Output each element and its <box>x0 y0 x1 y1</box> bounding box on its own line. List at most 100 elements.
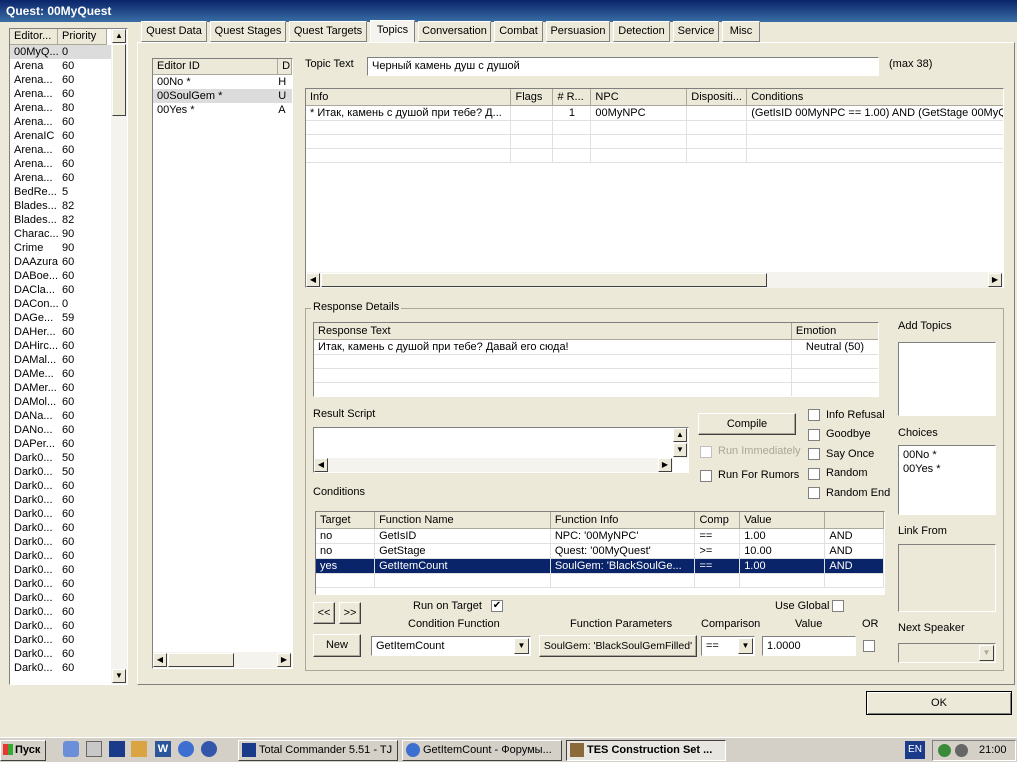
language-indicator[interactable]: EN <box>905 741 925 759</box>
condition-row[interactable] <box>316 573 884 588</box>
run-on-target-checkbox[interactable]: ✔ <box>491 600 503 612</box>
quest-list-row[interactable]: Arena... 60 <box>10 73 127 87</box>
topic-item[interactable]: 00SoulGem * U <box>153 89 292 103</box>
quest-list-row[interactable]: Arena... 60 <box>10 171 127 185</box>
topics-hscroll[interactable]: ◀ ▶ <box>153 652 292 668</box>
topic-item[interactable]: 00Yes * A <box>153 103 292 117</box>
response-row[interactable] <box>314 368 878 383</box>
result-script-vscroll[interactable]: ▲ ▼ <box>673 428 688 458</box>
quest-list-row[interactable]: DAGe... 59 <box>10 311 127 325</box>
tab-quest-targets[interactable]: Quest Targets <box>289 21 367 42</box>
quest-list-vscroll[interactable]: ▲ ▼ <box>111 29 127 684</box>
quest-list-row[interactable]: DAMe... 60 <box>10 367 127 381</box>
quest-list-row[interactable]: DACon... 0 <box>10 297 127 311</box>
next-condition-button[interactable]: >> <box>339 602 361 624</box>
info-table-hscroll[interactable]: ◀ ▶ <box>306 272 1003 288</box>
notepad-icon[interactable] <box>86 741 102 757</box>
info-header[interactable]: Info <box>306 89 512 106</box>
scroll-right-arrow-icon[interactable]: ▶ <box>277 653 291 667</box>
quest-list-row[interactable]: Dark0... 60 <box>10 619 127 633</box>
info-header[interactable]: NPC <box>590 89 688 106</box>
condition-header[interactable]: Target <box>316 512 376 529</box>
compile-button[interactable]: Compile <box>698 413 796 435</box>
quest-list-row[interactable]: DACla... 60 <box>10 283 127 297</box>
quest-list-row[interactable]: Blades... 82 <box>10 213 127 227</box>
tab-service[interactable]: Service <box>673 21 719 42</box>
response-text-table[interactable]: Response Text Emotion Итак, камень с душо… <box>313 322 879 397</box>
start-button[interactable]: Пуск <box>0 740 46 761</box>
quest-list-row[interactable]: Blades... 82 <box>10 199 127 213</box>
value-input[interactable]: 1.0000 <box>762 636 856 656</box>
quest-list-row[interactable]: Dark0... 60 <box>10 633 127 647</box>
quest-list-row[interactable]: Dark0... 60 <box>10 535 127 549</box>
torrent-icon[interactable] <box>938 744 951 757</box>
quest-list-row[interactable]: Dark0... 60 <box>10 549 127 563</box>
quest-list-row[interactable]: Dark0... 60 <box>10 563 127 577</box>
choice-item[interactable]: 00Yes * <box>903 462 991 476</box>
tab-conversation[interactable]: Conversation <box>418 21 491 42</box>
scroll-left-arrow-icon[interactable]: ◀ <box>153 653 167 667</box>
condition-header[interactable] <box>824 512 884 529</box>
info-header[interactable]: # R... <box>552 89 592 106</box>
scroll-down-arrow-icon[interactable]: ▼ <box>673 443 687 457</box>
quest-list-row[interactable]: Arena... 60 <box>10 87 127 101</box>
condition-header[interactable]: Comp <box>694 512 741 529</box>
quest-list-row[interactable]: Dark0... 50 <box>10 451 127 465</box>
tray-app-icon[interactable] <box>955 744 968 757</box>
random-end-checkbox[interactable] <box>808 487 820 499</box>
word-icon[interactable]: W <box>155 741 171 757</box>
condition-header[interactable]: Function Info <box>550 512 696 529</box>
quest-list-row[interactable]: Dark0... 60 <box>10 507 127 521</box>
messenger-icon[interactable] <box>201 741 217 757</box>
quest-list-row[interactable]: DAPer... 60 <box>10 437 127 451</box>
quest-list-row[interactable]: ArenaIC 60 <box>10 129 127 143</box>
comparison-select[interactable]: == ▼ <box>701 636 755 656</box>
taskbar-item-construction-set[interactable]: TES Construction Set ... <box>566 740 726 761</box>
tab-misc[interactable]: Misc <box>722 21 760 42</box>
topic-text-input[interactable]: Черный камень душ с душой <box>367 57 879 76</box>
quest-list-row[interactable]: BedRe... 5 <box>10 185 127 199</box>
quest-list-row[interactable]: DAHirc... 60 <box>10 339 127 353</box>
quest-list-row[interactable]: Arena... 60 <box>10 115 127 129</box>
scroll-up-arrow-icon[interactable]: ▲ <box>673 428 687 442</box>
quest-list-row[interactable]: Dark0... 60 <box>10 479 127 493</box>
info-header[interactable]: Flags <box>510 89 554 106</box>
info-row[interactable] <box>306 148 1003 163</box>
run-for-rumors-checkbox[interactable] <box>700 470 712 482</box>
choice-item[interactable]: 00No * <box>903 448 991 462</box>
condition-header[interactable]: Value <box>739 512 826 529</box>
scroll-right-arrow-icon[interactable]: ▶ <box>658 458 672 472</box>
info-header[interactable]: Conditions <box>746 89 1003 106</box>
condition-row[interactable]: no GetStage Quest: '00MyQuest' >= 10.00 AND <box>316 543 884 559</box>
quest-list-row[interactable]: Charac... 90 <box>10 227 127 241</box>
quest-list-row[interactable]: Dark0... 60 <box>10 647 127 661</box>
quest-list-row[interactable]: DANo... 60 <box>10 423 127 437</box>
quest-list-row[interactable]: DAMol... 60 <box>10 395 127 409</box>
quest-list-row[interactable]: Arena... 80 <box>10 101 127 115</box>
scroll-thumb[interactable] <box>321 273 767 287</box>
info-row[interactable] <box>306 120 1003 135</box>
tab-persuasion[interactable]: Persuasion <box>546 21 610 42</box>
use-global-checkbox[interactable] <box>832 600 844 612</box>
tool-icon[interactable] <box>131 741 147 757</box>
quest-list-row[interactable]: DANa... 60 <box>10 409 127 423</box>
quest-list-col-priority[interactable]: Priority <box>58 29 107 45</box>
tab-quest-data[interactable]: Quest Data <box>141 21 207 42</box>
response-header[interactable]: Response Text <box>314 323 792 340</box>
quest-list-row[interactable]: Dark0... 60 <box>10 493 127 507</box>
quest-list-col-editor[interactable]: Editor... <box>10 29 58 45</box>
quest-list-row[interactable]: Dark0... 60 <box>10 577 127 591</box>
quest-list-row[interactable]: Arena... 60 <box>10 143 127 157</box>
quest-list-row[interactable]: Dark0... 60 <box>10 605 127 619</box>
scroll-left-arrow-icon[interactable]: ◀ <box>306 273 320 287</box>
topic-item[interactable]: 00No * H <box>153 75 292 89</box>
scroll-thumb[interactable] <box>168 653 234 667</box>
quest-list-row[interactable]: Dark0... 50 <box>10 465 127 479</box>
chevron-down-icon[interactable]: ▼ <box>738 638 753 654</box>
link-from-list[interactable] <box>898 544 996 612</box>
condition-function-select[interactable]: GetItemCount ▼ <box>371 636 531 656</box>
quest-list-row[interactable]: DAMal... 60 <box>10 353 127 367</box>
quest-list-row[interactable]: 00MyQ... 0 <box>10 45 127 59</box>
response-row[interactable]: Итак, камень с душой при тебе? Давай его… <box>314 339 878 355</box>
quest-list-row[interactable]: Arena 60 <box>10 59 127 73</box>
